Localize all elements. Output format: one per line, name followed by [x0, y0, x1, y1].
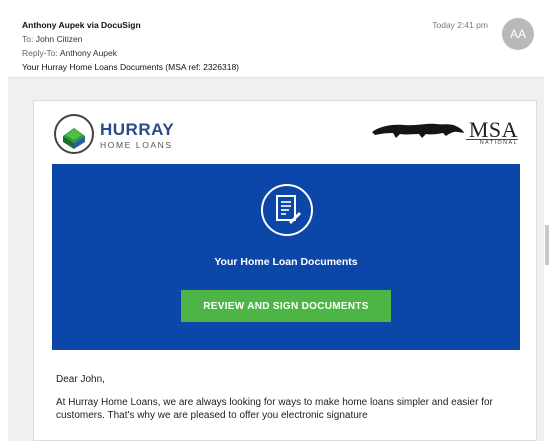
hero-title: Your Home Loan Documents: [214, 256, 358, 268]
email-header: Anthony Aupek via DocuSign To: John Citi…: [8, 8, 544, 78]
msa-subtitle: NATIONAL: [479, 140, 518, 146]
to-label: To:: [22, 34, 34, 44]
email-subject: Your Hurray Home Loans Documents (MSA re…: [22, 62, 240, 72]
avatar[interactable]: AA: [502, 18, 534, 50]
hurray-logo[interactable]: HURRAY HOME LOANS: [54, 114, 184, 158]
reply-to-name[interactable]: Anthony Aupek: [60, 48, 117, 58]
hurray-subtitle: HOME LOANS: [100, 140, 173, 150]
msa-logo[interactable]: MSA NATIONAL: [370, 117, 518, 154]
email-content-card: HURRAY HOME LOANS MSA NATIONAL Your Home…: [33, 100, 537, 441]
recipient-name[interactable]: John Citizen: [36, 34, 83, 44]
sender-name[interactable]: Anthony Aupek via DocuSign: [22, 20, 141, 31]
body-paragraph: At Hurray Home Loans, we are always look…: [56, 397, 493, 421]
recipient-row: To: John Citizen: [22, 34, 83, 45]
scrollbar-thumb[interactable]: [545, 225, 549, 265]
email-timestamp: Today 2:41 pm: [432, 20, 488, 30]
panther-icon: [372, 123, 464, 138]
greeting-text: Dear John,: [56, 374, 105, 385]
reply-to-label: Reply-To:: [22, 48, 58, 58]
reply-to-row: Reply-To: Anthony Aupek: [22, 48, 117, 59]
hurray-wordmark: HURRAY: [100, 120, 175, 139]
review-and-sign-button[interactable]: REVIEW AND SIGN DOCUMENTS: [181, 290, 391, 322]
hero-banner: Your Home Loan Documents REVIEW AND SIGN…: [52, 164, 520, 350]
house-icon: [54, 114, 94, 154]
document-pen-icon: [261, 184, 313, 236]
